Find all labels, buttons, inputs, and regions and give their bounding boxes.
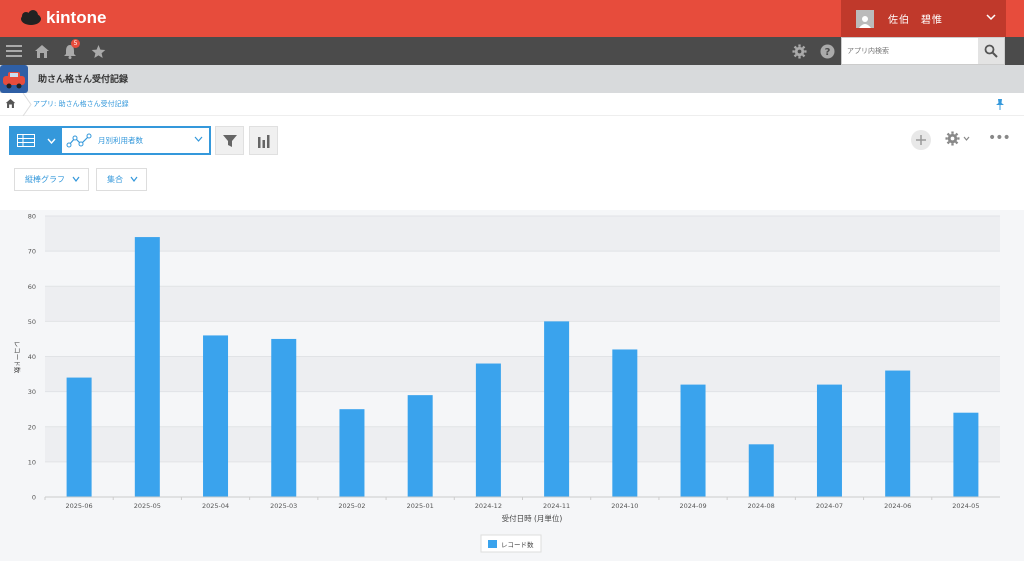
app-icon[interactable] [0, 65, 28, 93]
settings-gear-icon[interactable] [790, 42, 808, 60]
search-input[interactable] [842, 38, 978, 64]
breadcrumb-app-link[interactable]: アプリ: 助さん格さん受付記録 [33, 99, 129, 109]
menu-icon[interactable] [5, 42, 23, 60]
aggregate-dropdown[interactable]: 集合 [96, 168, 147, 191]
graph-type-label: 縦棒グラフ [25, 175, 65, 184]
y-tick-label: 40 [28, 353, 36, 361]
legend-label: レコード数 [501, 540, 534, 549]
view-name-dropdown[interactable]: 月別利用者数 [62, 128, 209, 153]
chevron-down-icon [986, 14, 996, 21]
user-menu[interactable]: 佐伯 碧惟 [841, 0, 1006, 37]
chevron-down-icon[interactable] [40, 128, 62, 153]
view-toolbar: 月別利用者数 ••• 縦棒グラフ 集合 [0, 116, 1024, 210]
chevron-down-icon [963, 136, 970, 141]
x-tick-label: 2024-12 [475, 502, 502, 510]
bar-chart-icon [257, 134, 269, 148]
view-name-label: 月別利用者数 [98, 136, 143, 145]
more-options-icon[interactable]: ••• [988, 130, 1011, 146]
funnel-icon [222, 134, 237, 147]
list-view-icon[interactable] [11, 128, 40, 153]
notification-badge: 5 [71, 39, 80, 48]
line-chart-icon [66, 133, 92, 147]
x-tick-label: 2024-07 [816, 502, 843, 510]
car-icon [3, 72, 25, 89]
app-title: 助さん格さん受付記録 [38, 75, 129, 85]
bar-2024-09[interactable] [680, 384, 706, 497]
legend[interactable]: レコード数 [480, 534, 542, 553]
home-icon[interactable] [33, 42, 51, 60]
x-tick-label: 2025-06 [66, 502, 93, 510]
top-bar: kintone 佐伯 碧惟 [0, 0, 1024, 37]
x-tick-label: 2024-05 [952, 502, 979, 510]
y-tick-label: 60 [28, 283, 36, 291]
app-header [0, 65, 1024, 93]
x-tick-label: 2024-09 [679, 502, 706, 510]
view-selector[interactable]: 月別利用者数 [9, 126, 211, 155]
bar-2024-07[interactable] [816, 384, 842, 497]
star-icon[interactable] [89, 42, 107, 60]
breadcrumb-separator [22, 93, 32, 116]
bar-2024-05[interactable] [953, 412, 979, 497]
bar-2024-08[interactable] [748, 444, 774, 497]
bar-2025-04[interactable] [203, 335, 229, 497]
help-icon[interactable]: ? [818, 42, 836, 60]
legend-swatch [488, 540, 497, 548]
x-tick-label: 2025-03 [270, 502, 297, 510]
chart-area: 0 10 20 30 40 50 60 70 80 2025-06 2025-05 2025-04 20… [0, 210, 1024, 561]
x-tick-label: 2025-01 [407, 502, 434, 510]
app-search [841, 37, 1005, 65]
x-tick-label: 2024-08 [748, 502, 775, 510]
gear-icon [945, 131, 960, 146]
y-axis-title: レコード数 [13, 341, 22, 374]
bar-2025-01[interactable] [407, 395, 433, 497]
bar-2025-05[interactable] [134, 237, 160, 497]
y-tick-label: 50 [28, 318, 36, 326]
x-tick-label: 2025-04 [202, 502, 229, 510]
pin-icon[interactable] [995, 98, 1005, 110]
chevron-down-icon [194, 136, 203, 142]
bar-2024-11[interactable] [544, 321, 570, 497]
plus-icon [916, 135, 926, 145]
y-tick-label: 0 [32, 494, 36, 502]
y-tick-label: 10 [28, 458, 36, 466]
add-record-button[interactable] [911, 130, 931, 150]
bar-chart: 0 10 20 30 40 50 60 70 80 2025-06 2025-05 2025-04 20… [13, 213, 1000, 553]
bar-2025-06[interactable] [66, 377, 92, 497]
x-axis-title: 受付日時 (月単位) [502, 513, 563, 523]
graph-button[interactable] [249, 126, 278, 155]
y-tick-label: 20 [28, 423, 36, 431]
x-tick-label: 2024-06 [884, 502, 911, 510]
search-icon [984, 44, 998, 58]
cloud-logo-icon [21, 10, 41, 25]
kintone-logo[interactable]: kintone [20, 8, 106, 28]
x-tick-label: 2024-10 [611, 502, 638, 510]
y-tick-label: 80 [28, 213, 36, 221]
breadcrumb-home-icon[interactable] [5, 98, 16, 109]
bar-2025-02[interactable] [339, 409, 365, 497]
breadcrumb: アプリ: 助さん格さん受付記録 [0, 93, 1024, 116]
svg-text:?: ? [824, 47, 830, 58]
chevron-down-icon [130, 176, 138, 182]
x-tick-label: 2025-05 [134, 502, 161, 510]
logo-text: kintone [46, 8, 107, 27]
y-tick-label: 30 [28, 388, 36, 396]
bar-2024-12[interactable] [475, 363, 501, 497]
chevron-down-icon [72, 176, 80, 182]
bar-2025-03[interactable] [271, 338, 297, 497]
app-settings-button[interactable] [945, 131, 970, 146]
avatar [856, 9, 874, 28]
y-tick-label: 70 [28, 248, 36, 256]
search-button[interactable] [978, 38, 1004, 64]
filter-button[interactable] [215, 126, 244, 155]
graph-type-dropdown[interactable]: 縦棒グラフ [14, 168, 89, 191]
x-tick-label: 2025-02 [338, 502, 365, 510]
aggregate-label: 集合 [107, 175, 123, 184]
bar-2024-10[interactable] [612, 349, 638, 497]
bar-2024-06[interactable] [885, 370, 911, 497]
x-tick-label: 2024-11 [543, 502, 570, 510]
user-name: 佐伯 碧惟 [888, 15, 943, 26]
